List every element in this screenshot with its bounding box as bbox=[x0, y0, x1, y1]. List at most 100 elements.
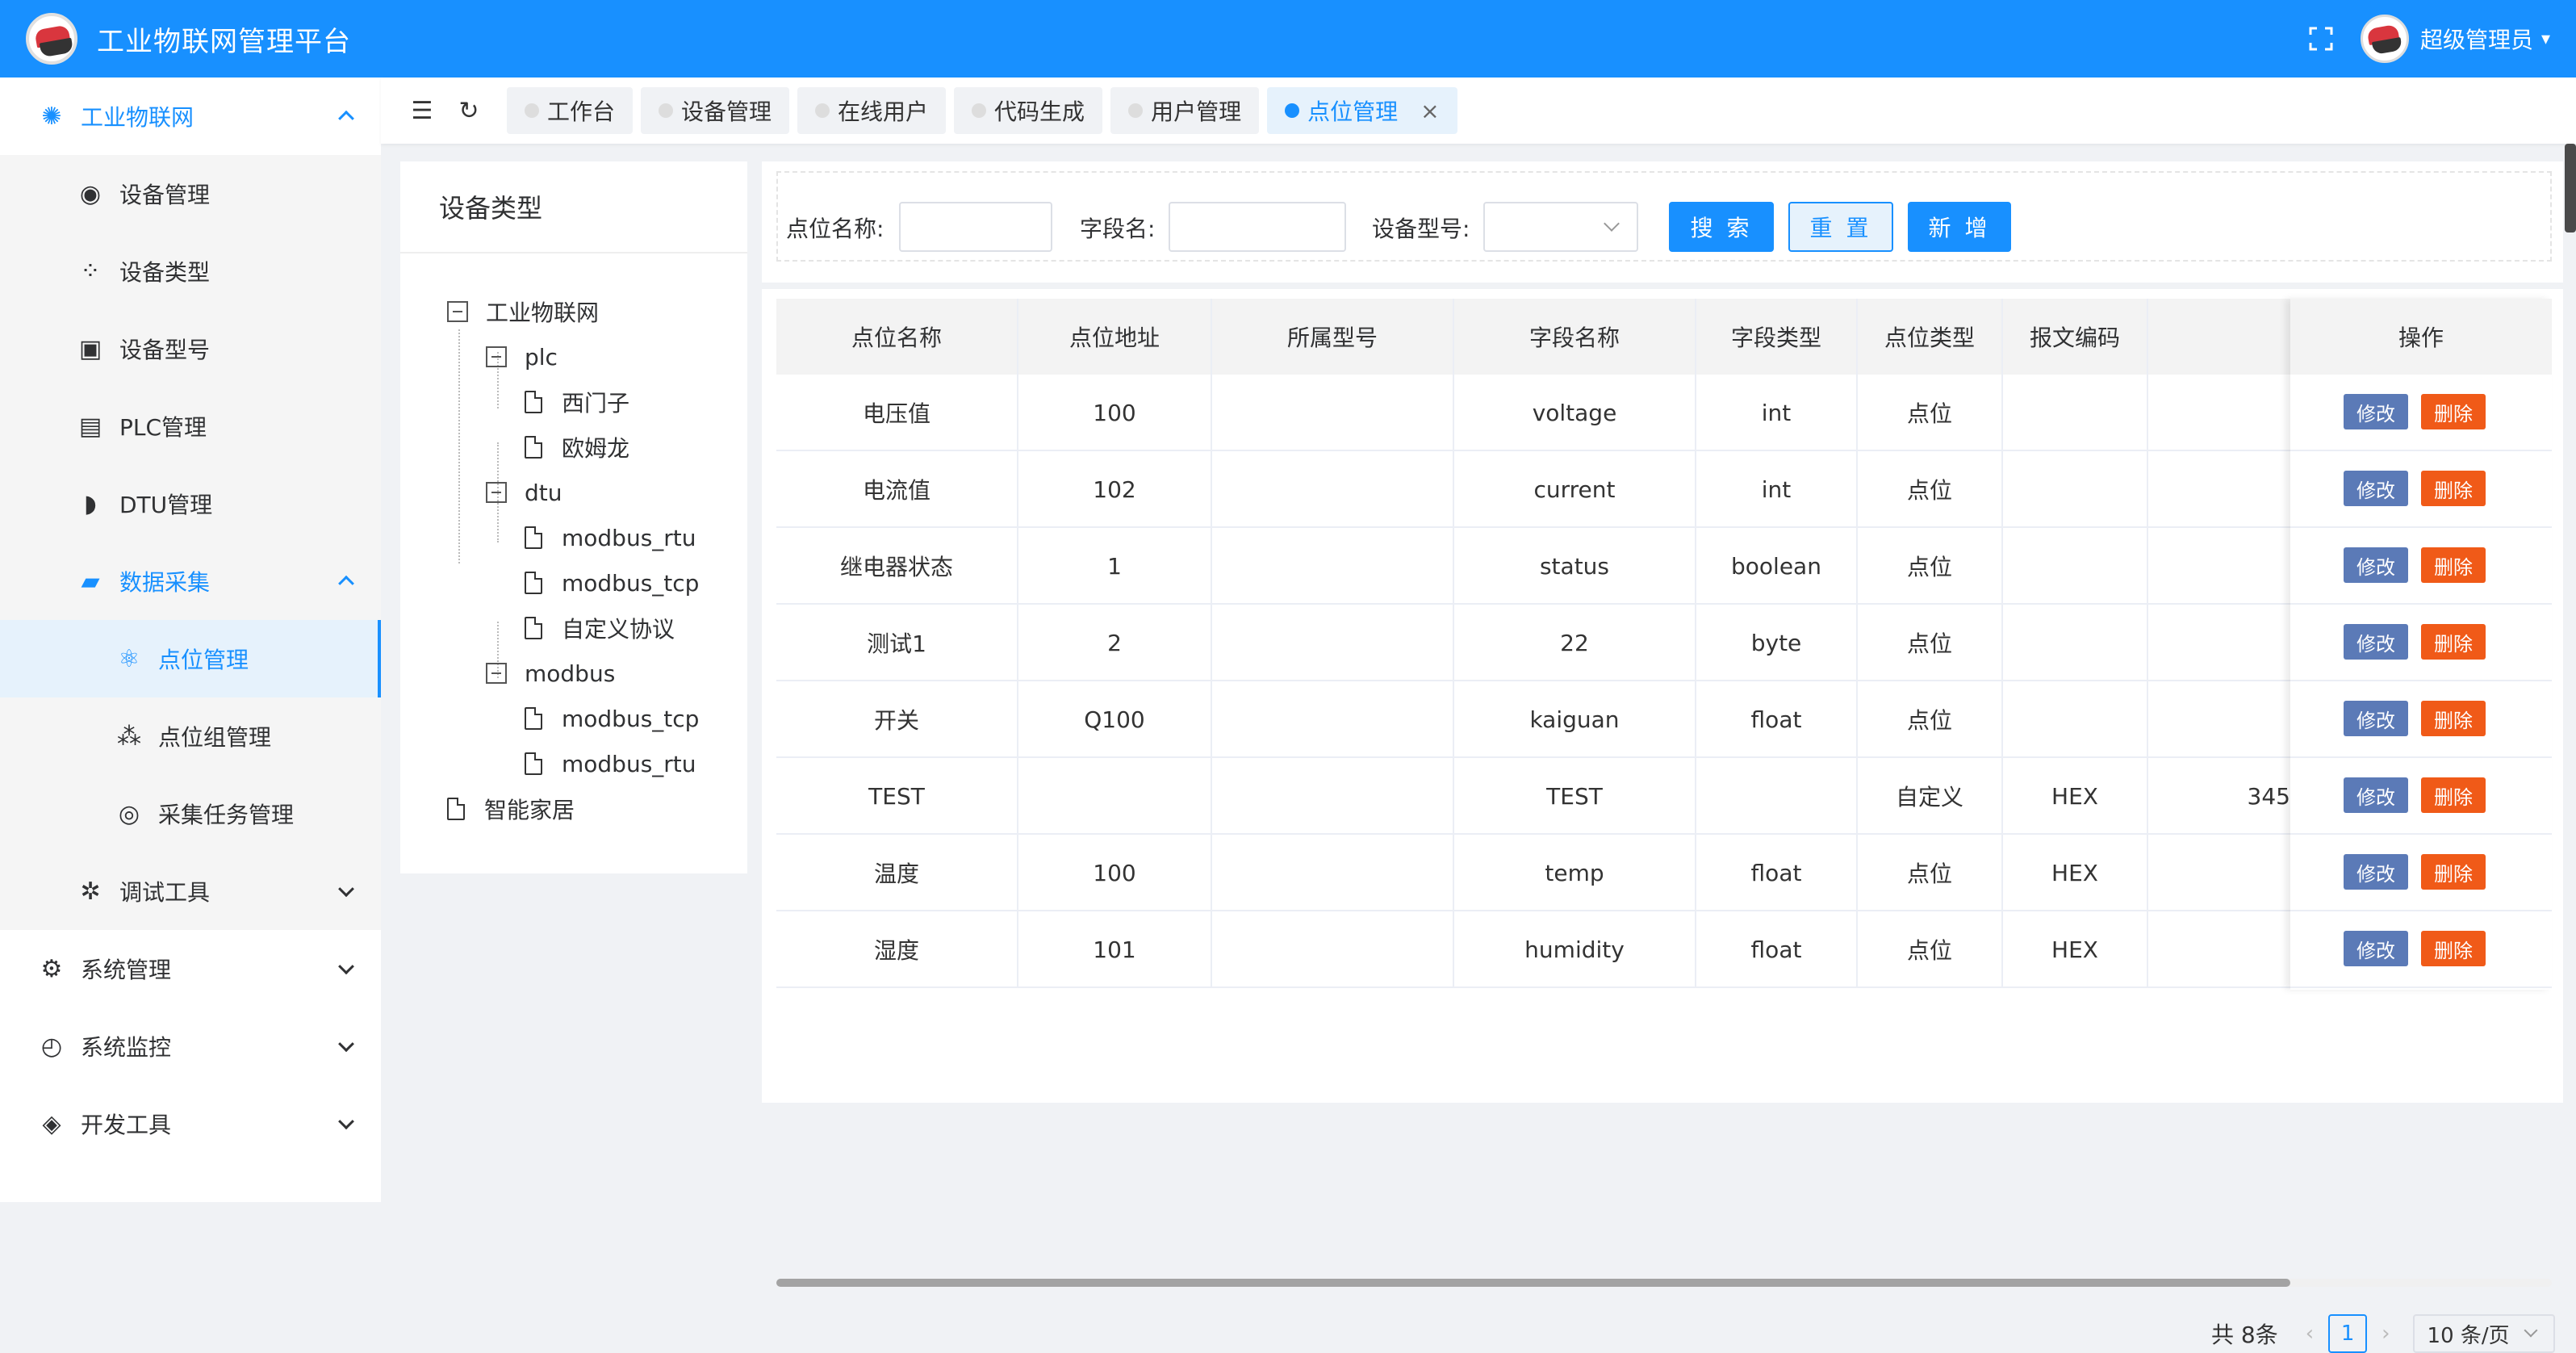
prev-page-icon[interactable]: ‹ bbox=[2306, 1322, 2314, 1346]
file-icon bbox=[525, 572, 542, 594]
avatar[interactable] bbox=[2360, 15, 2409, 63]
table-row: 电流值 102 current int 点位 bbox=[776, 451, 2552, 528]
cell-extra bbox=[2148, 375, 2290, 450]
table-header: 点位名称 点位地址 所属型号 字段名称 字段类型 点位类型 报文编码 bbox=[776, 299, 2552, 375]
tree-node[interactable]: 智能家居 bbox=[447, 793, 575, 825]
table-row: 继电器状态 1 status boolean 点位 bbox=[776, 528, 2552, 605]
edit-button[interactable]: 修改 bbox=[2344, 471, 2408, 506]
vertical-scrollbar[interactable] bbox=[2565, 144, 2576, 232]
sidebar-item-point-manage[interactable]: ⚛ 点位管理 bbox=[0, 620, 381, 697]
tree-node[interactable]: 欧姆龙 bbox=[525, 431, 629, 463]
search-form: 点位名称: 字段名: 设备型号: 搜 索 重 置 新 增 bbox=[776, 171, 2552, 262]
sidebar-item-data-collect[interactable]: ▰ 数据采集 bbox=[0, 542, 381, 620]
sidebar-item-device-manage[interactable]: ◉ 设备管理 bbox=[0, 155, 381, 232]
sidebar-item-device-type[interactable]: ⁘ 设备类型 bbox=[0, 232, 381, 310]
tree-node[interactable]: dtu bbox=[486, 476, 562, 509]
chevron-down-icon[interactable]: ▾ bbox=[2541, 29, 2550, 49]
tab-online-users[interactable]: 在线用户 bbox=[797, 87, 947, 134]
sidebar-item-plc[interactable]: ▤ PLC管理 bbox=[0, 387, 381, 465]
menu-fold-icon[interactable]: ☰ bbox=[408, 97, 436, 125]
refresh-icon[interactable]: ↻ bbox=[455, 97, 483, 125]
task-icon: ◎ bbox=[118, 799, 140, 828]
device-model-select[interactable] bbox=[1483, 202, 1638, 252]
tab-dot bbox=[525, 103, 539, 118]
tree-node[interactable]: plc bbox=[486, 341, 558, 373]
scrollbar-thumb[interactable] bbox=[776, 1279, 2290, 1287]
monitor-icon: ◴ bbox=[40, 1032, 63, 1061]
collapse-icon[interactable] bbox=[486, 663, 507, 684]
cell-encoding bbox=[2003, 451, 2148, 527]
page-size-select[interactable]: 10 条/页 bbox=[2412, 1314, 2555, 1353]
page-number-current[interactable]: 1 bbox=[2328, 1314, 2368, 1353]
cell-field-type: int bbox=[1696, 375, 1858, 450]
user-name[interactable]: 超级管理员 bbox=[2420, 23, 2533, 55]
next-page-icon[interactable]: › bbox=[2382, 1322, 2390, 1346]
delete-button[interactable]: 删除 bbox=[2421, 701, 2486, 736]
cell-field-name: 22 bbox=[1454, 605, 1696, 681]
cell-point-addr: 2 bbox=[1018, 605, 1212, 681]
sidebar-item-system[interactable]: ⚙ 系统管理 bbox=[0, 930, 381, 1007]
fullscreen-icon[interactable] bbox=[2307, 25, 2335, 52]
page-size-label: 10 条/页 bbox=[2427, 1323, 2510, 1348]
cell-field-type: float bbox=[1696, 835, 1858, 911]
sidebar-item-label: 点位组管理 bbox=[158, 724, 272, 751]
edit-button[interactable]: 修改 bbox=[2344, 931, 2408, 966]
delete-button[interactable]: 删除 bbox=[2421, 931, 2486, 966]
sidebar-item-point-group[interactable]: ⁂ 点位组管理 bbox=[0, 697, 381, 775]
col-field-name: 字段名称 bbox=[1454, 299, 1696, 375]
sidebar-item-monitor[interactable]: ◴ 系统监控 bbox=[0, 1007, 381, 1085]
add-button[interactable]: 新 增 bbox=[1908, 202, 2011, 252]
tab-code-gen[interactable]: 代码生成 bbox=[954, 87, 1103, 134]
edit-button[interactable]: 修改 bbox=[2344, 701, 2408, 736]
sidebar-item-label: 系统管理 bbox=[81, 957, 172, 983]
sidebar-item-iot[interactable]: ✺ 工业物联网 bbox=[0, 77, 381, 155]
tree-node[interactable]: 自定义协议 bbox=[525, 612, 675, 644]
ops-cell: 修改 删除 bbox=[2290, 451, 2552, 528]
tree-node[interactable]: modbus_tcp bbox=[525, 702, 699, 735]
edit-button[interactable]: 修改 bbox=[2344, 547, 2408, 583]
close-icon[interactable]: × bbox=[1420, 98, 1439, 124]
collapse-icon[interactable] bbox=[447, 301, 468, 322]
chevron-down-icon bbox=[338, 958, 354, 975]
edit-button[interactable]: 修改 bbox=[2344, 777, 2408, 813]
field-name-input[interactable] bbox=[1169, 202, 1346, 252]
sidebar-item-debug-tools[interactable]: ✲ 调试工具 bbox=[0, 852, 381, 930]
tree-node[interactable]: modbus_rtu bbox=[525, 748, 696, 780]
tree-title: 设备类型 bbox=[400, 161, 747, 253]
tab-user-manage[interactable]: 用户管理 bbox=[1110, 87, 1260, 134]
sidebar-item-dtu[interactable]: ◗ DTU管理 bbox=[0, 465, 381, 542]
tree-node[interactable]: modbus bbox=[486, 657, 615, 689]
horizontal-scrollbar[interactable] bbox=[776, 1279, 2552, 1287]
sidebar-item-collect-task[interactable]: ◎ 采集任务管理 bbox=[0, 775, 381, 852]
tab-device-manage[interactable]: 设备管理 bbox=[641, 87, 790, 134]
ops-column: 操作 修改 删除 修改 删除 修改 删除 修改 删除 修改 删除 修改 删除 修改 删除 修改 删除 bbox=[2290, 299, 2552, 990]
sidebar: ✺ 工业物联网 ◉ 设备管理 ⁘ 设备类型 ▣ 设备型号 ▤ PLC管理 ◗ D… bbox=[0, 77, 381, 1202]
delete-button[interactable]: 删除 bbox=[2421, 394, 2486, 429]
cell-point-type: 点位 bbox=[1858, 528, 2003, 604]
edit-button[interactable]: 修改 bbox=[2344, 394, 2408, 429]
delete-button[interactable]: 删除 bbox=[2421, 777, 2486, 813]
chevron-down-icon bbox=[338, 1036, 354, 1053]
sidebar-item-device-model[interactable]: ▣ 设备型号 bbox=[0, 310, 381, 387]
edit-button[interactable]: 修改 bbox=[2344, 624, 2408, 660]
edit-button[interactable]: 修改 bbox=[2344, 854, 2408, 890]
tree-node[interactable]: 西门子 bbox=[525, 386, 629, 418]
search-button[interactable]: 搜 索 bbox=[1669, 202, 1774, 252]
delete-button[interactable]: 删除 bbox=[2421, 624, 2486, 660]
tab-point-manage[interactable]: 点位管理 × bbox=[1267, 87, 1457, 134]
tree-node[interactable]: modbus_tcp bbox=[525, 567, 699, 599]
point-name-input[interactable] bbox=[899, 202, 1052, 252]
tab-workbench[interactable]: 工作台 bbox=[507, 87, 634, 134]
delete-button[interactable]: 删除 bbox=[2421, 854, 2486, 890]
sidebar-item-devtools[interactable]: ◈ 开发工具 bbox=[0, 1085, 381, 1162]
delete-button[interactable]: 删除 bbox=[2421, 471, 2486, 506]
reset-button[interactable]: 重 置 bbox=[1788, 202, 1893, 252]
device-type-tree-panel: 设备类型 工业物联网 plc 西门子 欧姆龙 dtu modbus_rtu mo… bbox=[400, 161, 747, 873]
collapse-icon[interactable] bbox=[486, 346, 507, 367]
tree-node-label: 欧姆龙 bbox=[562, 435, 630, 462]
tree-node[interactable]: modbus_rtu bbox=[525, 522, 696, 554]
collapse-icon[interactable] bbox=[486, 482, 507, 503]
delete-button[interactable]: 删除 bbox=[2421, 547, 2486, 583]
tree-node[interactable]: 工业物联网 bbox=[447, 295, 599, 328]
file-icon bbox=[525, 436, 542, 459]
